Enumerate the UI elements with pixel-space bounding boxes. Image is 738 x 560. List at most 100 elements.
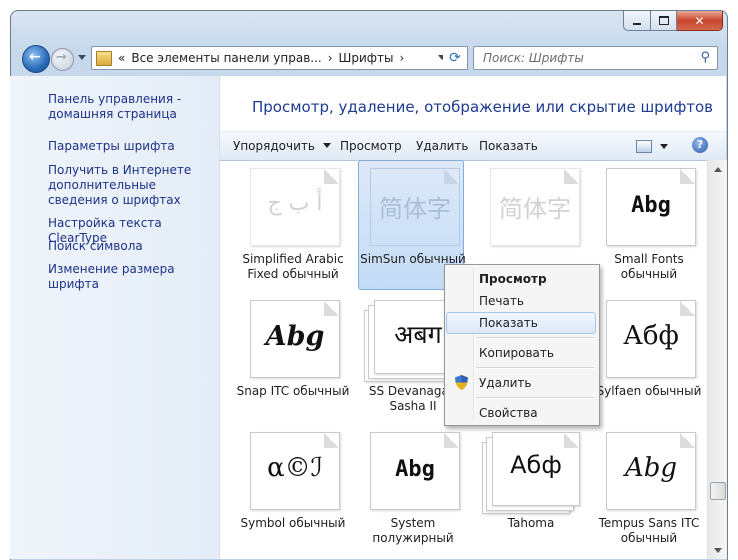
menu-item-label: Печать xyxy=(479,294,524,308)
font-tile-family[interactable]: Абф Tahoma xyxy=(478,424,584,554)
font-sample: Abg xyxy=(395,457,435,482)
view-dropdown-icon[interactable] xyxy=(660,144,668,149)
preview-button[interactable]: Просмотр xyxy=(340,139,402,153)
close-icon: ✕ xyxy=(694,13,705,28)
font-name: Symbol обычный xyxy=(240,516,346,530)
breadcrumb-overflow[interactable]: « xyxy=(118,51,125,65)
command-bar: Упорядочить Просмотр Удалить Показать ? xyxy=(220,131,726,161)
menu-separator xyxy=(476,337,594,339)
scroll-down-icon[interactable] xyxy=(714,548,722,553)
font-file-icon: Abg xyxy=(370,432,460,510)
menu-item-show[interactable]: Показать xyxy=(446,312,596,334)
font-file-icon: أ ب ج xyxy=(250,168,340,246)
close-button[interactable]: ✕ xyxy=(677,11,723,31)
minimize-button[interactable] xyxy=(623,11,651,31)
menu-item-label: Свойства xyxy=(479,406,538,420)
change-view-icon[interactable] xyxy=(636,140,652,153)
font-name: Simplified Arabic Fixed обычный xyxy=(242,252,344,281)
organize-label: Упорядочить xyxy=(233,139,315,153)
forward-button[interactable]: → xyxy=(51,48,74,71)
help-button[interactable]: ? xyxy=(692,137,708,153)
breadcrumb-arrow-icon-2[interactable]: › xyxy=(400,51,405,65)
sidebar-item-font-size[interactable]: Изменение размера шрифта xyxy=(48,262,219,292)
font-sample: Abg xyxy=(624,453,678,483)
search-icon[interactable]: ⚲ xyxy=(700,50,710,65)
breadcrumb-arrow-icon[interactable]: › xyxy=(328,51,333,65)
font-file-icon: Abg xyxy=(606,432,696,510)
font-name: Sylfaen обычный xyxy=(596,384,702,398)
font-tile[interactable]: Abg System полужирный xyxy=(360,424,466,554)
address-bar[interactable]: « Все элементы панели управ... › Шрифты … xyxy=(91,46,453,70)
scroll-up-icon[interactable] xyxy=(714,167,722,172)
font-tile[interactable]: Abg Snap ITC обычный xyxy=(237,292,349,422)
font-sample: 简体字 xyxy=(499,195,571,223)
navigation-bar: ← → « Все элементы панели управ... › Шри… xyxy=(11,39,727,75)
minimize-icon xyxy=(633,22,641,25)
font-tile[interactable]: Abg Small Fonts обычный xyxy=(596,160,702,290)
font-name: Snap ITC обычный xyxy=(236,384,350,398)
font-name: Tempus Sans ITC обычный xyxy=(598,516,700,545)
page-title: Просмотр, удаление, отображение или скры… xyxy=(252,98,714,116)
font-file-icon: 简体字 xyxy=(490,168,580,246)
menu-item-label: Удалить xyxy=(479,376,532,390)
sidebar-item-online-fonts[interactable]: Получить в Интернете дополнительные свед… xyxy=(48,163,212,208)
back-arrow-icon: ← xyxy=(29,49,41,65)
menu-separator xyxy=(476,397,594,399)
font-sample: 简体字 xyxy=(379,195,451,223)
font-tile[interactable]: أ ب ج Simplified Arabic Fixed обычный xyxy=(240,160,346,290)
menu-item-label: Показать xyxy=(479,316,538,330)
font-file-icon: α©ℐ xyxy=(250,432,340,510)
font-file-icon: 简体字 xyxy=(370,168,460,246)
back-button[interactable]: ← xyxy=(22,45,50,73)
menu-item-copy[interactable]: Копировать xyxy=(447,342,595,364)
forward-arrow-icon: → xyxy=(56,50,67,65)
font-name: Small Fonts обычный xyxy=(614,252,684,281)
menu-item-label: Копировать xyxy=(479,346,554,360)
font-name: System полужирный xyxy=(372,516,454,545)
history-dropdown-icon[interactable] xyxy=(78,55,86,60)
maximize-button[interactable] xyxy=(651,11,677,31)
font-sample: Абф xyxy=(623,321,679,351)
refresh-icon: ⟳ xyxy=(449,50,461,66)
maximize-icon xyxy=(658,16,669,25)
search-placeholder: Поиск: Шрифты xyxy=(483,51,584,65)
folder-icon xyxy=(96,50,112,66)
font-sample: Abg xyxy=(631,193,671,218)
font-sample: Abg xyxy=(265,321,325,352)
font-tile[interactable]: Abg Tempus Sans ITC обычный xyxy=(596,424,702,554)
breadcrumb-fonts[interactable]: Шрифты xyxy=(339,51,394,65)
main-content: Панель управления - домашняя страница Па… xyxy=(10,76,727,559)
caption-buttons: ✕ xyxy=(623,11,723,31)
font-sample: α©ℐ xyxy=(267,453,323,483)
font-file-icon: Абф xyxy=(606,300,696,378)
chevron-down-icon xyxy=(322,143,331,148)
menu-separator xyxy=(476,367,594,369)
sidebar-item-home[interactable]: Панель управления - домашняя страница xyxy=(48,92,208,122)
organize-button[interactable]: Упорядочить xyxy=(233,139,331,153)
font-family-icon: Абф xyxy=(482,432,580,514)
font-file-icon: Abg xyxy=(606,168,696,246)
menu-item-preview[interactable]: Просмотр xyxy=(447,268,595,290)
uac-shield-icon xyxy=(455,375,468,390)
refresh-button[interactable]: ⟳ xyxy=(443,46,468,70)
breadcrumb-control-panel[interactable]: Все элементы панели управ... xyxy=(131,51,321,65)
task-pane: Панель управления - домашняя страница Па… xyxy=(10,76,220,559)
delete-button[interactable]: Удалить xyxy=(416,139,469,153)
menu-item-properties[interactable]: Свойства xyxy=(447,402,595,424)
show-button[interactable]: Показать xyxy=(479,139,538,153)
context-menu: Просмотр Печать Показать Копировать Удал… xyxy=(444,264,600,426)
menu-item-print[interactable]: Печать xyxy=(447,290,595,312)
vertical-scrollbar[interactable] xyxy=(707,160,727,559)
scroll-thumb[interactable] xyxy=(710,482,726,500)
menu-item-label: Просмотр xyxy=(479,272,547,286)
font-tile[interactable]: α©ℐ Symbol обычный xyxy=(240,424,346,554)
menu-item-delete[interactable]: Удалить xyxy=(447,372,595,394)
sidebar-item-font-settings[interactable]: Параметры шрифта xyxy=(48,139,175,154)
font-name: Tahoma xyxy=(507,516,555,530)
font-sample: Абф xyxy=(510,451,562,479)
font-tile[interactable]: Абф Sylfaen обычный xyxy=(596,292,702,422)
font-sample: أ ب ج xyxy=(267,191,323,216)
sidebar-item-find-character[interactable]: Поиск символа xyxy=(48,239,143,254)
font-file-icon: Abg xyxy=(250,300,340,378)
search-input[interactable]: Поиск: Шрифты ⚲ xyxy=(473,46,718,70)
